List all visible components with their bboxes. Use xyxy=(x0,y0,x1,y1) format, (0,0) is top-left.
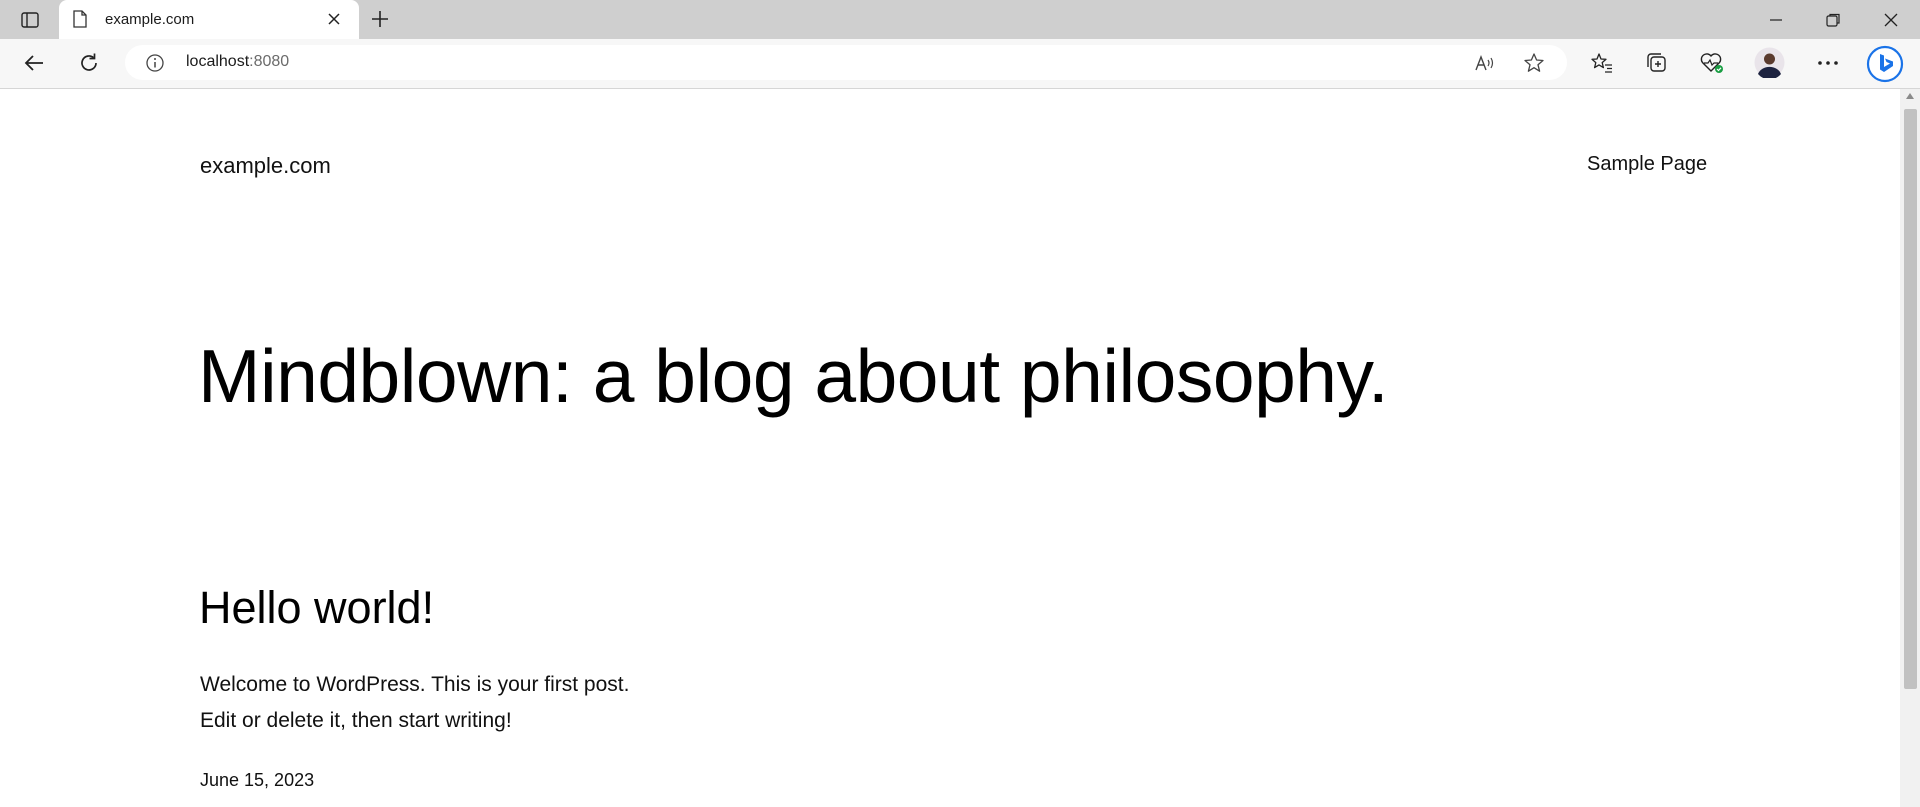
browser-toolbar: localhost:8080 xyxy=(0,39,1920,89)
page-heading: Mindblown: a blog about philosophy. xyxy=(198,334,1389,418)
tab-strip: example.com xyxy=(0,0,1920,39)
url-port: :8080 xyxy=(249,53,290,70)
tab-actions-icon[interactable] xyxy=(16,8,44,32)
plus-icon[interactable] xyxy=(370,9,392,31)
more-icon[interactable] xyxy=(1815,50,1841,76)
scrollbar-thumb[interactable] xyxy=(1904,109,1917,689)
page-icon xyxy=(73,10,91,30)
arrow-left-icon[interactable] xyxy=(21,50,47,76)
info-icon[interactable] xyxy=(145,53,165,73)
address-url[interactable]: localhost:8080 xyxy=(186,53,289,71)
minimize-button[interactable] xyxy=(1766,10,1786,30)
post-excerpt-line: Welcome to WordPress. This is your first… xyxy=(200,673,630,696)
restore-button[interactable] xyxy=(1823,10,1843,30)
post-excerpt: Welcome to WordPress. This is your first… xyxy=(200,667,720,739)
scroll-up-arrow-icon[interactable] xyxy=(1906,93,1914,99)
tab-title: example.com xyxy=(105,11,195,28)
star-icon[interactable] xyxy=(1523,52,1545,74)
avatar[interactable] xyxy=(1754,47,1785,78)
nav-link-sample-page[interactable]: Sample Page xyxy=(1587,153,1707,176)
post-excerpt-line: Edit or delete it, then start writing! xyxy=(200,709,512,732)
post-title-link[interactable]: Hello world! xyxy=(199,582,434,634)
close-icon[interactable] xyxy=(327,12,343,28)
reload-icon[interactable] xyxy=(76,50,102,76)
browser-essentials-icon[interactable] xyxy=(1699,50,1725,76)
vertical-scrollbar[interactable] xyxy=(1900,89,1920,807)
bing-icon[interactable] xyxy=(1866,45,1904,83)
post-date[interactable]: June 15, 2023 xyxy=(200,770,314,791)
url-host: localhost xyxy=(186,53,250,70)
favorites-icon[interactable] xyxy=(1589,50,1615,76)
address-bar[interactable]: localhost:8080 xyxy=(125,45,1567,80)
read-aloud-icon[interactable] xyxy=(1474,53,1496,73)
collections-icon[interactable] xyxy=(1644,50,1670,76)
web-page: example.com Sample Page Mindblown: a blo… xyxy=(0,89,1900,807)
active-tab[interactable]: example.com xyxy=(59,0,359,39)
window-close-button[interactable] xyxy=(1881,10,1901,30)
site-title-link[interactable]: example.com xyxy=(200,153,331,179)
